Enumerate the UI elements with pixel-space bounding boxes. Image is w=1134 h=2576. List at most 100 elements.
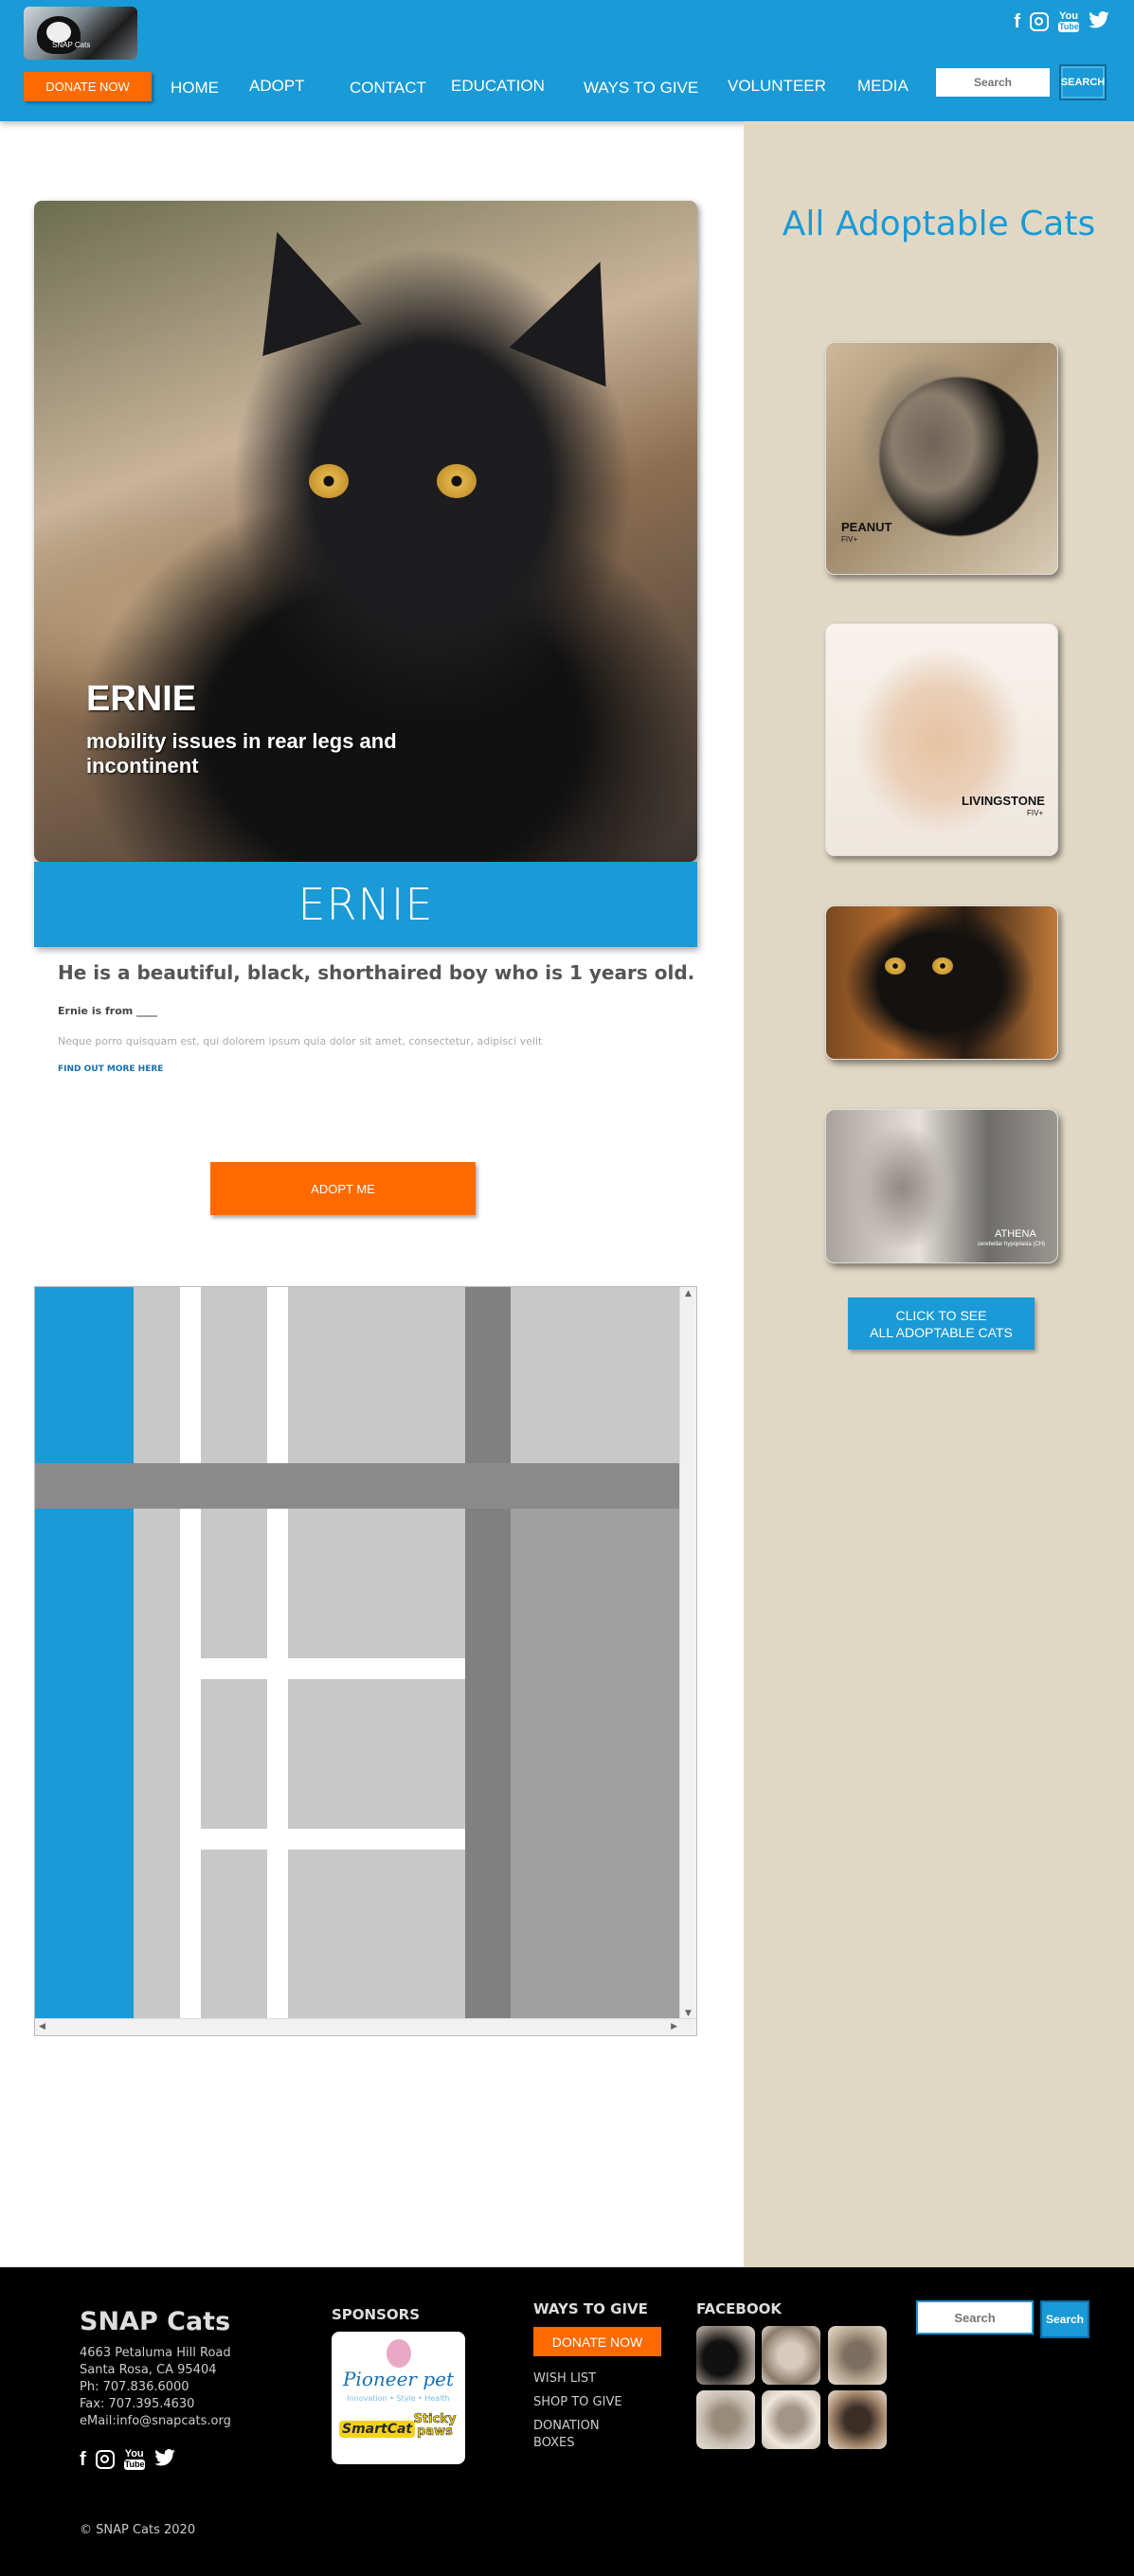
cat-eye-shape [437,464,477,498]
footer-search-input[interactable] [916,2300,1034,2334]
nav-adopt[interactable]: ADOPT [249,77,305,96]
scroll-up-icon[interactable]: ▲ [685,1289,692,1298]
site-header: SNAP Cats f You Tube DONATE NOW HOME ADOP… [0,0,1134,121]
find-out-more-link[interactable]: FIND OUT MORE HERE [58,1064,163,1074]
adopt-me-button[interactable]: ADOPT ME [210,1162,476,1215]
search-input[interactable] [936,68,1050,97]
sidebar: All Adoptable Cats PEANUT FIV+ LIVINGSTO… [744,121,1134,2267]
cat-card-note: FIV+ [841,535,858,544]
scroll-left-icon[interactable]: ◀ [39,2022,45,2031]
copyright: © SNAP Cats 2020 [80,2523,196,2537]
cat-eye-shape [309,464,349,498]
youtube-icon[interactable]: You Tube [123,2449,145,2470]
cat-card-note: FIV+ [1027,809,1044,817]
nav-home[interactable]: HOME [171,79,219,98]
footer-donate-button[interactable]: DONATE NOW [533,2327,661,2356]
see-all-cats-line1: CLICK TO SEE [895,1307,987,1323]
facebook-photo[interactable] [762,2326,820,2385]
cat-card-name: PEANUT [841,520,892,534]
sponsor-brand: Sticky paws [413,2412,457,2439]
hero-cat-name: ERNIE [86,679,197,719]
facebook-photo[interactable] [696,2326,755,2385]
facebook-icon[interactable]: f [80,2450,86,2469]
fax-line: Fax: 707.395.4630 [80,2397,195,2411]
map-horizontal-scrollbar[interactable]: ◀ ▶ [35,2018,696,2035]
map-road [201,1658,466,1679]
footer-social-links: f You Tube [80,2449,175,2470]
sponsor-tagline: Innovation • Style • Health [347,2394,450,2403]
adoptable-cat-card[interactable] [825,905,1058,1060]
adoptable-cat-card[interactable]: PEANUT FIV+ [825,342,1058,575]
sponsor-brand: SmartCat [339,2421,416,2438]
facebook-photo[interactable] [762,2390,820,2449]
facebook-photo[interactable] [828,2390,887,2449]
map-highway [35,1463,681,1509]
wish-list-link[interactable]: WISH LIST [533,2370,596,2388]
map-road [180,1287,201,2020]
youtube-icon[interactable]: You Tube [1058,11,1079,32]
address-line: 4663 Petaluma Hill Road [80,2346,231,2360]
nav-education[interactable]: EDUCATION [451,77,545,96]
footer-title: SNAP Cats [80,2307,231,2336]
footer-address: 4663 Petaluma Hill Road Santa Rosa, CA 9… [80,2345,231,2430]
placeholder-paragraph: Neque porro quisquam est, qui dolorem ip… [58,1035,543,1047]
sponsor-logo[interactable]: Pioneer pet Innovation • Style • Health … [332,2332,465,2464]
instagram-icon[interactable] [1030,12,1049,31]
twitter-icon[interactable] [153,2449,175,2470]
adoptable-cat-card[interactable]: LIVINGSTONE FIV+ [825,623,1058,856]
address-line: Santa Rosa, CA 95404 [80,2363,217,2377]
ways-to-give-heading: WAYS TO GIVE [533,2300,648,2317]
facebook-icon[interactable]: f [1014,12,1020,31]
phone-line: Ph: 707.836.6000 [80,2380,189,2394]
nav-volunteer[interactable]: VOLUNTEER [728,77,826,96]
embedded-map[interactable]: ▲ ▼ ◀ ▶ [34,1286,697,2036]
search-button[interactable]: SEARCH [1059,64,1107,100]
sidebar-title: All Adoptable Cats [782,205,1096,243]
map-block [288,1287,465,2020]
see-all-cats-line2: ALL ADOPTABLE CATS [870,1324,1013,1340]
cat-eye-shape [885,957,906,975]
map-block [511,1287,681,1463]
logo[interactable]: SNAP Cats [24,7,137,60]
nav-ways-to-give[interactable]: WAYS TO GIVE [584,79,698,98]
map-highway [465,1287,511,2020]
sponsor-name: Pioneer pet [342,2368,455,2390]
cat-name-banner: ERNIE [34,862,697,947]
map-vertical-scrollbar[interactable]: ▲ ▼ [679,1287,696,2020]
adoptable-cat-card[interactable]: ATHENA cerebellar hypoplasia (CH) [825,1109,1058,1263]
see-all-cats-button[interactable]: CLICK TO SEE ALL ADOPTABLE CATS [848,1297,1035,1350]
sponsors-heading: SPONSORS [332,2306,421,2323]
facebook-photo[interactable] [696,2390,755,2449]
sponsor-mascot-shape [387,2339,411,2368]
map-block [201,1287,267,2020]
cat-ear-shape [509,242,649,387]
donate-now-button[interactable]: DONATE NOW [24,72,152,101]
footer-search-button[interactable]: Search [1040,2300,1089,2338]
instagram-icon[interactable] [95,2450,115,2469]
shop-to-give-link[interactable]: SHOP TO GIVE [533,2394,622,2411]
facebook-photo[interactable] [828,2326,887,2385]
map-block [134,1287,183,2020]
cat-card-name: ATHENA [995,1228,1036,1240]
map-road [267,1287,288,2020]
hero-cat-photo: ERNIE mobility issues in rear legs and i… [34,201,697,862]
header-social-links: f You Tube [1014,11,1109,32]
nav-media[interactable]: MEDIA [857,77,909,96]
hero-cat-description: mobility issues in rear legs and inconti… [86,729,397,778]
cat-eye-shape [932,957,953,975]
site-footer: SNAP Cats 4663 Petaluma Hill Road Santa … [0,2267,1134,2576]
scroll-right-icon[interactable]: ▶ [671,2022,677,2031]
scroll-down-icon[interactable]: ▼ [685,2009,692,2018]
map-road [201,1829,466,1850]
twitter-icon[interactable] [1089,11,1109,32]
cat-card-name: LIVINGSTONE [962,794,1045,808]
cat-card-note: cerebellar hypoplasia (CH) [978,1242,1046,1247]
email-line[interactable]: eMail:info@snapcats.org [80,2413,231,2430]
cat-intro-text: He is a beautiful, black, shorthaired bo… [58,961,695,984]
cat-origin-text: Ernie is from ____ [58,1005,158,1017]
logo-text: SNAP Cats [52,41,91,49]
donation-boxes-link[interactable]: DONATION BOXES [533,2418,619,2452]
facebook-heading: FACEBOOK [696,2300,782,2317]
cat-ear-shape [227,215,362,357]
nav-contact[interactable]: CONTACT [350,79,426,98]
